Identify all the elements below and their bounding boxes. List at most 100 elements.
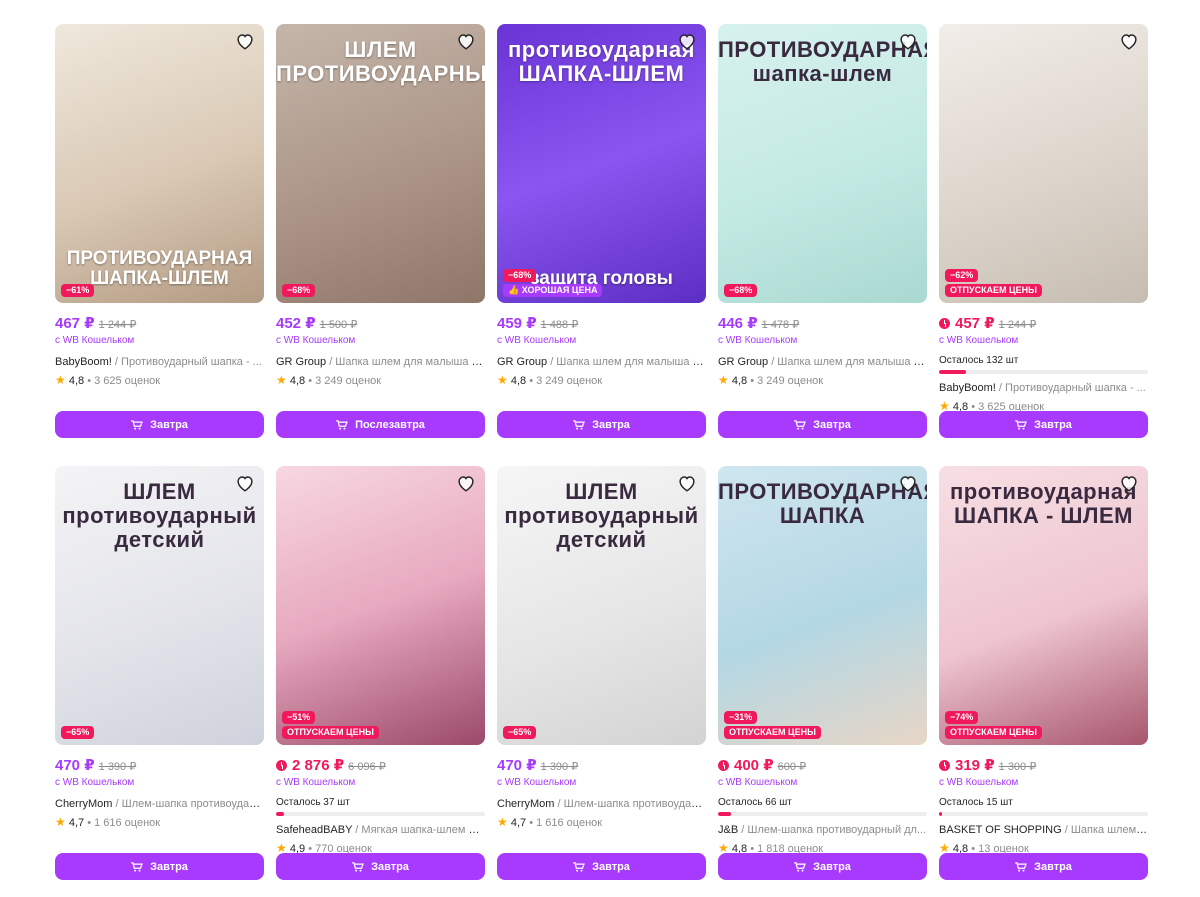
heart-icon[interactable]: [1118, 472, 1140, 494]
price-row: 470 ₽ 1 390 ₽: [497, 756, 706, 776]
add-to-cart-button[interactable]: Завтра: [939, 411, 1148, 438]
product-title[interactable]: BASKET OF SHOPPING / Шапка шлем дл...: [939, 823, 1148, 837]
delivery-label: Завтра: [150, 860, 188, 873]
brand-name: GR Group: [718, 356, 769, 368]
promo-badge: 👍 ХОРОШАЯ ЦЕНА: [503, 284, 603, 297]
product-title[interactable]: CherryMom / Шлем-шапка противоудар...: [497, 797, 706, 811]
product-title[interactable]: SafeheadBABY / Мягкая шапка-шлем дл...: [276, 823, 485, 837]
heart-icon[interactable]: [676, 472, 698, 494]
badge-stack: −68% 👍 ХОРОШАЯ ЦЕНА: [503, 269, 603, 297]
product-card[interactable]: ШЛЕМ противоударный детский −65% 470 ₽ 1…: [497, 466, 706, 886]
product-title[interactable]: GR Group / Шапка шлем для малыша пр...: [497, 355, 706, 369]
current-price: 446 ₽: [718, 315, 758, 332]
product-image[interactable]: противоударная ШАПКА - ШЛЕМ −74% ОТПУСКАЕ…: [939, 466, 1148, 745]
product-title[interactable]: GR Group / Шапка шлем для малыша пр...: [718, 355, 927, 369]
old-price: 600 ₽: [777, 761, 807, 773]
product-image[interactable]: противоударная ШАПКА-ШЛЕМ защита головы …: [497, 24, 706, 303]
product-image[interactable]: ПРОТИВОУДАРНАЯ ШАПКА −31% ОТПУСКАЕМ ЦЕНЫ: [718, 466, 927, 745]
discount-badge: −51%: [282, 711, 316, 724]
add-to-cart-button[interactable]: Завтра: [497, 853, 706, 880]
stock-indicator: Осталось 37 шт: [276, 797, 485, 816]
image-headline: противоударная ШАПКА - ШЛЕМ: [950, 479, 1137, 528]
heart-icon[interactable]: [455, 30, 477, 52]
heart-icon[interactable]: [1118, 30, 1140, 52]
product-title[interactable]: J&B / Шлем-шапка противоударный дл...: [718, 823, 927, 837]
rating-row: ★ 4,7 • 1 616 оценок: [497, 815, 706, 830]
old-price: 1 244 ₽: [98, 319, 137, 331]
heart-icon[interactable]: [897, 30, 919, 52]
product-card[interactable]: −51% ОТПУСКАЕМ ЦЕНЫ 2 876 ₽ 6 096 ₽ с WB …: [276, 466, 485, 886]
product-image[interactable]: −62% ОТПУСКАЕМ ЦЕНЫ: [939, 24, 1148, 303]
badge-stack: −31% ОТПУСКАЕМ ЦЕНЫ: [724, 711, 821, 739]
add-to-cart-button[interactable]: Завтра: [55, 411, 264, 438]
rating-value: 4,7: [68, 817, 85, 829]
rating-row: ★ 4,8 • 3 249 оценок: [497, 373, 706, 388]
old-price: 1 390 ₽: [98, 761, 137, 773]
delivery-label: Завтра: [592, 418, 630, 431]
product-image[interactable]: ПРОТИВОУДАРНАЯ шапка-шлем −68%: [718, 24, 927, 303]
add-to-cart-button[interactable]: Завтра: [718, 411, 927, 438]
heart-icon[interactable]: [897, 472, 919, 494]
image-headline: противоударная ШАПКА-ШЛЕМ: [508, 37, 695, 86]
product-card[interactable]: ПРОТИВОУДАРНАЯ ШАПКА −31% ОТПУСКАЕМ ЦЕНЫ …: [718, 466, 927, 886]
product-image[interactable]: ШЛЕМ ПРОТИВОУДАРНЫЙ −68%: [276, 24, 485, 303]
old-price: 1 300 ₽: [998, 761, 1037, 773]
stock-bar-fill: [939, 370, 967, 374]
product-image[interactable]: −51% ОТПУСКАЕМ ЦЕНЫ: [276, 466, 485, 745]
heart-icon[interactable]: [234, 30, 256, 52]
cart-icon: [794, 419, 806, 430]
product-image[interactable]: ШЛЕМ противоударный детский −65%: [55, 466, 264, 745]
current-price: 459 ₽: [497, 315, 537, 332]
price-row: 319 ₽ 1 300 ₽: [939, 756, 1148, 776]
product-card[interactable]: −62% ОТПУСКАЕМ ЦЕНЫ 457 ₽ 1 244 ₽ с WB Ко…: [939, 24, 1148, 444]
add-to-cart-button[interactable]: Завтра: [497, 411, 706, 438]
add-to-cart-button[interactable]: Завтра: [939, 853, 1148, 880]
cart-icon: [352, 861, 364, 872]
brand-name: CherryMom: [55, 798, 113, 810]
add-to-cart-button[interactable]: Завтра: [276, 853, 485, 880]
product-name: / Шапка шлем для малыша пр...: [547, 356, 706, 368]
rating-row: ★ 4,8 • 3 625 оценок: [55, 373, 264, 388]
product-name: / Противоударный шапка - ...: [995, 382, 1146, 394]
price-row: 467 ₽ 1 244 ₽: [55, 314, 264, 334]
heart-icon[interactable]: [234, 472, 256, 494]
product-card[interactable]: ПРОТИВОУДАРНАЯ шапка-шлем −68% 446 ₽ 1 4…: [718, 24, 927, 444]
delivery-label: Послезавтра: [355, 418, 425, 431]
heart-icon[interactable]: [676, 30, 698, 52]
wallet-note: с WB Кошельком: [497, 777, 577, 788]
image-headline: ШЛЕМ ПРОТИВОУДАРНЫЙ: [276, 37, 485, 86]
heart-icon[interactable]: [455, 472, 477, 494]
wallet-note: с WB Кошельком: [939, 777, 1019, 788]
product-image[interactable]: ШЛЕМ противоударный детский −65%: [497, 466, 706, 745]
delivery-label: Завтра: [371, 860, 409, 873]
product-image[interactable]: ПРОТИВОУДАРНАЯ ШАПКА-ШЛЕМ −61%: [55, 24, 264, 303]
old-price: 1 478 ₽: [761, 319, 800, 331]
discount-badge: −61%: [61, 284, 95, 297]
product-card[interactable]: ПРОТИВОУДАРНАЯ ШАПКА-ШЛЕМ −61% 467 ₽ 1 2…: [55, 24, 264, 444]
add-to-cart-button[interactable]: Послезавтра: [276, 411, 485, 438]
product-title[interactable]: GR Group / Шапка шлем для малыша пр...: [276, 355, 485, 369]
discount-badge: −31%: [724, 711, 758, 724]
product-card[interactable]: ШЛЕМ ПРОТИВОУДАРНЫЙ −68% 452 ₽ 1 500 ₽ с…: [276, 24, 485, 444]
product-card[interactable]: противоударная ШАПКА-ШЛЕМ защита головы …: [497, 24, 706, 444]
product-name: / Мягкая шапка-шлем дл...: [352, 824, 485, 836]
product-title[interactable]: BabyBoom! / Противоударный шапка - ...: [55, 355, 264, 369]
add-to-cart-button[interactable]: Завтра: [718, 853, 927, 880]
discount-badge: −68%: [503, 269, 537, 282]
badge-stack: −65%: [503, 726, 537, 739]
stock-bar: [939, 370, 1148, 374]
brand-name: SafeheadBABY: [276, 824, 353, 836]
product-title[interactable]: CherryMom / Шлем-шапка противоудар...: [55, 797, 264, 811]
reviews-count: • 3 249 оценок: [750, 375, 824, 387]
rating-value: 4,8: [510, 375, 527, 387]
image-caption: ПРОТИВОУДАРНАЯ ШАПКА-ШЛЕМ: [66, 248, 253, 289]
product-name: / Шапка шлем для малыша пр...: [768, 356, 927, 368]
badge-stack: −68%: [282, 284, 316, 297]
product-card[interactable]: ШЛЕМ противоударный детский −65% 470 ₽ 1…: [55, 466, 264, 886]
brand-name: BabyBoom!: [939, 382, 996, 394]
promo-badge: ОТПУСКАЕМ ЦЕНЫ: [724, 726, 821, 739]
product-name: / Шлем-шапка противоудар...: [554, 798, 707, 810]
product-card[interactable]: противоударная ШАПКА - ШЛЕМ −74% ОТПУСКАЕ…: [939, 466, 1148, 886]
product-title[interactable]: BabyBoom! / Противоударный шапка - ...: [939, 381, 1148, 395]
add-to-cart-button[interactable]: Завтра: [55, 853, 264, 880]
